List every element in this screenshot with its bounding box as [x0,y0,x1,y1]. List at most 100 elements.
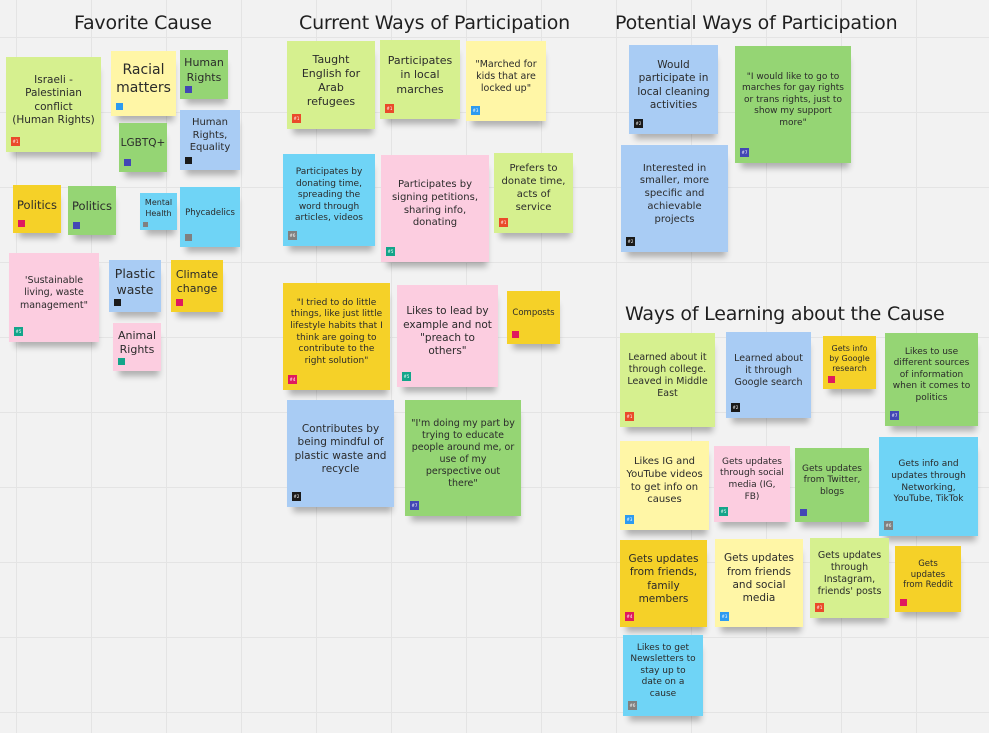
note-text: Israeli - Palestinian conflict (Human Ri… [12,73,95,126]
sticky-note[interactable]: "I tried to do little things, like just … [283,283,390,390]
sticky-note[interactable]: Would participate in local cleaning acti… [629,45,718,134]
note-text: Plastic waste [114,266,156,297]
note-text: Politics [72,199,112,214]
section-title-ways-of-learning: Ways of Learning about the Cause [625,303,945,325]
sticky-note[interactable]: Gets updates from Reddit [895,546,961,612]
note-text: Human Rights [184,56,224,84]
sticky-note[interactable]: Likes to get Newsletters to stay up to d… [623,635,703,716]
tag-label: #3 [720,612,729,621]
sticky-note[interactable]: Learned about it through Google search #2 [726,332,811,418]
tag-label: #1 [815,603,824,612]
sticky-note[interactable]: "I would like to go to marches for gay r… [735,46,851,163]
note-text: Gets info and updates through Networking… [891,459,966,505]
sticky-note[interactable]: Israeli - Palestinian conflict (Human Ri… [6,57,101,152]
sticky-note[interactable]: Climate change [171,260,223,312]
note-text: Gets updates through Instagram, friends'… [817,549,882,598]
tag-label: #6 [884,521,893,530]
tag-marker [73,222,80,229]
sticky-note[interactable]: Human Rights [180,50,228,99]
sticky-note[interactable]: Gets info and updates through Networking… [879,437,978,536]
sticky-note[interactable]: Gets updates from friends, family member… [620,540,707,627]
sticky-note[interactable]: Likes to lead by example and not "preach… [397,285,498,387]
sticky-note[interactable]: Gets updates through Instagram, friends'… [810,538,889,618]
sticky-note[interactable]: Politics [68,186,116,235]
sticky-note[interactable]: Gets updates from Twitter, blogs [795,448,869,522]
sticky-note[interactable]: Learned about it through college. Leaved… [620,333,715,427]
tag-label: #5 [386,247,395,256]
tag-label: #2 [731,403,740,412]
tag-label: #1 [11,137,20,146]
note-text: Learned about it through Google search [734,352,803,389]
note-text: Learned about it through college. Leaved… [627,351,708,400]
sticky-note[interactable]: Contributes by being mindful of plastic … [287,400,394,507]
note-text: Likes to get Newsletters to stay up to d… [630,642,696,699]
section-title-current-ways: Current Ways of Participation [299,12,570,34]
sticky-note[interactable]: Plastic waste [109,260,161,312]
note-text: Politics [17,197,57,212]
sticky-note[interactable]: Politics [13,185,61,233]
note-text: Animal Rights [117,328,157,356]
note-text: "I'm doing my part by trying to educate … [411,417,515,490]
note-text: "I tried to do little things, like just … [290,297,383,366]
sticky-note[interactable]: Gets updates from friends and social med… [715,539,803,627]
tag-label: #1 [292,114,301,123]
sticky-note[interactable]: Participates by signing petitions, shari… [381,155,489,262]
sticky-note[interactable]: Gets updates through social media (IG, F… [714,446,790,522]
sticky-note[interactable]: Likes to use different sources of inform… [885,333,978,426]
note-text: "I would like to go to marches for gay r… [741,71,844,128]
note-text: Human Rights, Equality [189,116,231,154]
sticky-note[interactable]: "I'm doing my part by trying to educate … [405,400,521,516]
note-text: Phycadelics [185,207,235,218]
sticky-note[interactable]: 'Sustainable living, waste management" #5 [9,253,99,342]
note-text: Likes to use different sources of inform… [892,346,971,403]
tag-marker [185,234,192,241]
tag-label: #5 [402,372,411,381]
note-text: Participates by donating time, spreading… [295,167,363,224]
note-text: Would participate in local cleaning acti… [637,58,710,111]
sticky-note[interactable]: Racial matters [111,51,176,116]
sticky-note[interactable]: Participates in local marches #1 [380,40,460,119]
tag-label: #7 [890,411,899,420]
note-text: Taught English for Arab refugees [301,52,361,109]
note-text: Racial matters [116,61,171,96]
note-text: Contributes by being mindful of plastic … [294,422,387,475]
sticky-note[interactable]: Participates by donating time, spreading… [283,154,375,246]
sticky-note[interactable]: Composts [507,291,560,344]
tag-label: #1 [499,218,508,227]
tag-label: #6 [288,231,297,240]
sticky-note[interactable]: Prefers to donate time, acts of service #… [494,153,573,233]
note-text: Participates in local marches [387,54,453,96]
note-text: Gets updates from Twitter, blogs [802,463,862,497]
sticky-note[interactable]: "Marched for kids that are locked up" #3 [466,41,546,121]
tag-label: #3 [471,106,480,115]
tag-label: #7 [410,501,419,510]
section-title-potential-ways: Potential Ways of Participation [615,12,898,34]
note-text: LGBTQ+ [120,136,166,149]
sticky-note[interactable]: Interested in smaller, more specific and… [621,145,728,252]
note-text: Gets updates through social media (IG, F… [720,456,784,502]
note-text: Likes IG and YouTube videos to get info … [626,455,703,506]
sticky-note[interactable]: Gets info by Google research [823,336,876,389]
note-text: Gets info by Google research [829,343,870,374]
sticky-note[interactable]: Human Rights, Equality [180,110,240,170]
tag-label: #2 [626,237,635,246]
tag-marker [143,222,148,227]
sticky-note[interactable]: Likes IG and YouTube videos to get info … [620,441,709,530]
tag-label: #4 [288,375,297,384]
sticky-note[interactable]: Phycadelics [180,187,240,247]
tag-marker [828,376,835,383]
tag-marker [18,220,25,227]
sticky-note[interactable]: Mental Health [140,193,177,230]
note-text: Gets updates from friends, family member… [628,552,699,605]
note-text: Mental Health [144,198,173,218]
sticky-note[interactable]: LGBTQ+ [119,123,167,172]
note-text: Participates by signing petitions, shari… [391,178,479,229]
sticky-note[interactable]: Taught English for Arab refugees #1 [287,41,375,129]
tag-label: #5 [14,327,23,336]
tag-label: #3 [625,515,634,524]
note-text: "Marched for kids that are locked up" [475,58,537,95]
sticky-note[interactable]: Animal Rights [113,323,161,371]
tag-marker [114,299,121,306]
tag-label: #4 [625,612,634,621]
note-text: Gets updates from friends and social med… [724,552,794,605]
